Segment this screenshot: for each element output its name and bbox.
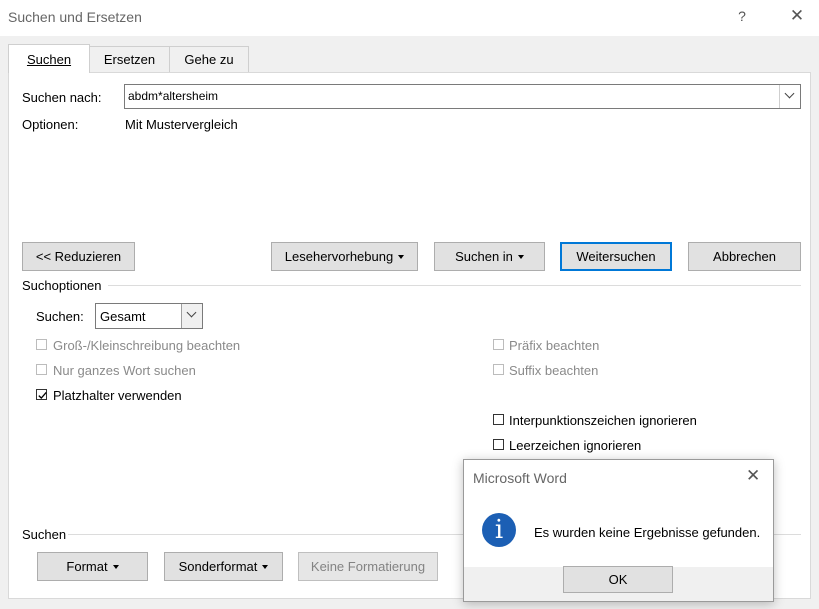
ignore-whitespace-label: Leerzeichen ignorieren xyxy=(509,438,642,453)
find-input-value: abdm*altersheim xyxy=(128,89,219,103)
prefix-label: Präfix beachten xyxy=(509,338,600,353)
format-label: Format xyxy=(66,559,108,574)
suffix-checkbox[interactable] xyxy=(493,364,504,375)
options-value: Mit Mustervergleich xyxy=(125,117,238,132)
match-case-label: Groß-/Kleinschreibung beachten xyxy=(53,338,241,353)
ok-button[interactable]: OK xyxy=(563,566,673,593)
reduce-button[interactable]: << Reduzieren xyxy=(22,242,135,271)
no-formatting-button[interactable]: Keine Formatierung xyxy=(298,552,438,581)
cancel-button[interactable]: Abbrechen xyxy=(688,242,801,271)
dropdown-arrow-icon xyxy=(398,255,405,259)
whole-word-label: Nur ganzes Wort suchen xyxy=(53,363,196,378)
tab-ersetzen[interactable]: Ersetzen xyxy=(89,46,170,72)
find-input[interactable]: abdm*altersheim xyxy=(124,84,801,109)
find-label: Suchen nach: xyxy=(22,90,102,105)
wildcards-checkbox[interactable] xyxy=(36,389,47,400)
tab-label: Suchen xyxy=(26,52,72,67)
format-button[interactable]: Format xyxy=(37,552,148,581)
tab-suchen[interactable]: Suchen xyxy=(8,44,90,73)
tab-label: Gehe zu xyxy=(184,52,234,67)
message-box-title: Microsoft Word xyxy=(473,470,567,486)
dropdown-arrow-icon xyxy=(112,565,119,569)
close-icon[interactable]: ✕ xyxy=(788,6,806,26)
chevron-down-icon xyxy=(784,88,795,99)
find-next-button[interactable]: Weitersuchen xyxy=(560,242,672,271)
match-case-checkbox[interactable] xyxy=(36,339,47,350)
reading-highlight-button[interactable]: Lesehervorhebung xyxy=(271,242,418,271)
tab-label: Ersetzen xyxy=(103,52,156,67)
special-label: Sonderformat xyxy=(178,559,258,574)
tab-gehe-zu[interactable]: Gehe zu xyxy=(169,46,249,72)
suffix-label: Suffix beachten xyxy=(509,363,599,378)
search-direction-value: Gesamt xyxy=(100,309,146,324)
ignore-punctuation-checkbox[interactable] xyxy=(493,414,504,425)
window-title: Suchen und Ersetzen xyxy=(8,9,142,25)
search-direction-select[interactable]: Gesamt xyxy=(95,303,203,329)
message-box: Microsoft Word ✕ i Es wurden keine Ergeb… xyxy=(463,459,774,602)
find-in-label: Suchen in xyxy=(455,249,513,264)
chevron-down-icon xyxy=(186,307,197,318)
bottom-section-title: Suchen xyxy=(22,527,67,542)
message-text: Es wurden keine Ergebnisse gefunden. xyxy=(534,525,761,540)
find-in-button[interactable]: Suchen in xyxy=(434,242,545,271)
dropdown-arrow-icon xyxy=(262,565,269,569)
search-options-title: Suchoptionen xyxy=(22,278,102,293)
search-direction-label: Suchen: xyxy=(36,309,84,324)
options-label: Optionen: xyxy=(22,117,79,132)
whole-word-checkbox[interactable] xyxy=(36,364,47,375)
wildcards-label: Platzhalter verwenden xyxy=(53,388,182,403)
checkmark-icon xyxy=(38,391,47,399)
ignore-punctuation-label: Interpunktionszeichen ignorieren xyxy=(509,413,697,428)
search-direction-dropdown[interactable] xyxy=(181,304,202,328)
help-button[interactable]: ? xyxy=(734,8,750,24)
reading-highlight-label: Lesehervorhebung xyxy=(284,249,394,264)
dropdown-arrow-icon xyxy=(517,255,524,259)
close-icon[interactable]: ✕ xyxy=(746,466,760,486)
section-divider xyxy=(108,285,801,286)
special-button[interactable]: Sonderformat xyxy=(164,552,283,581)
find-dropdown-button[interactable] xyxy=(779,85,800,108)
prefix-checkbox[interactable] xyxy=(493,339,504,350)
ignore-whitespace-checkbox[interactable] xyxy=(493,439,504,450)
info-icon: i xyxy=(482,513,516,547)
